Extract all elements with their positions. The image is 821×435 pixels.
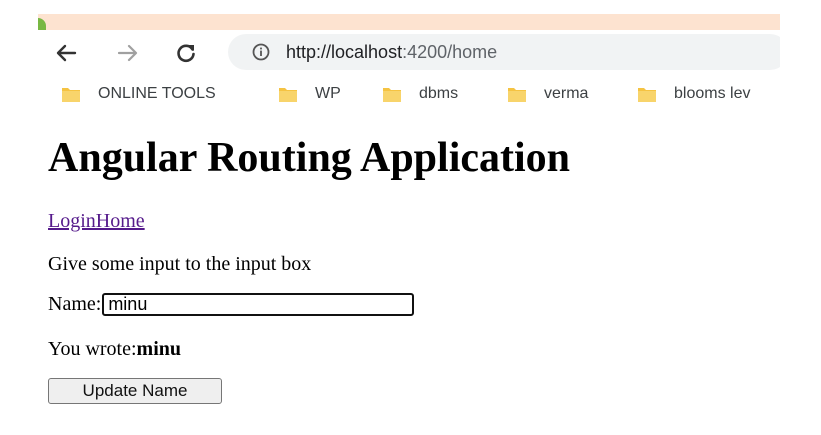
forward-arrow-icon xyxy=(117,44,138,62)
page-title: Angular Routing Application xyxy=(48,135,571,181)
name-input[interactable] xyxy=(102,293,415,316)
folder-icon xyxy=(383,86,401,102)
echo-label: You wrote: xyxy=(48,338,137,360)
reload-button[interactable] xyxy=(170,37,202,69)
reload-icon xyxy=(177,44,195,63)
login-home-link[interactable]: LoginHome xyxy=(48,210,145,232)
bookmark-online-tools[interactable]: ONLINE TOOLS xyxy=(62,83,216,105)
bookmarks-bar: ONLINE TOOLS WP dbms verma blooms lev xyxy=(38,76,780,112)
url-text[interactable]: http://localhost:4200/home xyxy=(286,42,497,63)
back-arrow-icon xyxy=(56,44,77,62)
bookmark-label: WP xyxy=(315,85,341,102)
bookmark-label: blooms lev xyxy=(674,85,751,102)
bookmark-label: verma xyxy=(544,85,589,102)
bookmark-blooms[interactable]: blooms lev xyxy=(638,83,750,105)
bookmark-label: dbms xyxy=(419,85,459,102)
browser-chrome: http://localhost:4200/home ONLINE TOOLS … xyxy=(38,14,780,112)
tab-indicator xyxy=(38,18,46,30)
folder-icon xyxy=(508,86,526,102)
folder-icon xyxy=(279,86,297,102)
name-label: Name: xyxy=(48,293,102,315)
address-bar[interactable]: http://localhost:4200/home xyxy=(228,34,780,70)
bookmark-label: ONLINE TOOLS xyxy=(98,85,216,102)
forward-button[interactable] xyxy=(112,37,144,69)
echo-value: minu xyxy=(136,338,182,360)
back-button[interactable] xyxy=(50,37,82,69)
folder-icon xyxy=(638,86,656,102)
bookmark-verma[interactable]: verma xyxy=(508,83,588,105)
echo-output: You wrote:minu xyxy=(48,338,181,361)
bookmark-wp[interactable]: WP xyxy=(279,83,341,105)
instruction-text: Give some input to the input box xyxy=(48,253,312,275)
info-icon[interactable] xyxy=(252,43,270,61)
url-host: http://localhost xyxy=(286,42,403,62)
name-row: Name: xyxy=(48,293,415,316)
bookmark-dbms[interactable]: dbms xyxy=(383,83,458,105)
nav-links: LoginHome xyxy=(48,210,145,233)
tab-strip xyxy=(38,14,780,30)
url-path: :4200/home xyxy=(402,42,498,62)
update-name-button[interactable]: Update Name xyxy=(48,378,222,404)
folder-icon xyxy=(62,86,80,102)
browser-toolbar: http://localhost:4200/home xyxy=(38,30,780,76)
